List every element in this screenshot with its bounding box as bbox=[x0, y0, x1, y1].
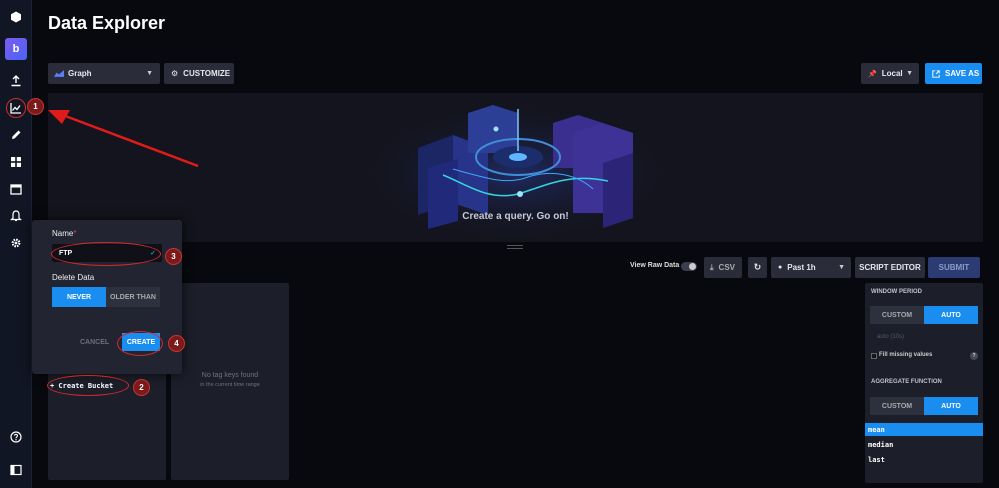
aggregate-toggle: CUSTOM AUTO bbox=[870, 397, 978, 415]
graph-icon bbox=[54, 70, 64, 77]
window-custom-button[interactable]: CUSTOM bbox=[870, 306, 924, 324]
delete-data-toggle: NEVER OLDER THAN bbox=[52, 287, 160, 307]
refresh-icon: ↻ bbox=[753, 262, 762, 272]
customize-label: CUSTOMIZE bbox=[183, 69, 231, 78]
time-range-label: Past 1h bbox=[787, 263, 816, 272]
export-icon bbox=[932, 69, 940, 78]
collapse-nav-icon[interactable] bbox=[0, 459, 32, 481]
gear-icon: ⚙ bbox=[171, 69, 179, 78]
clock-icon: ● bbox=[778, 264, 783, 271]
tag-card: No tag keys found in the current time ra… bbox=[171, 283, 289, 480]
tag-empty-title: No tag keys found bbox=[201, 372, 259, 379]
annotation-marker: 4 bbox=[168, 335, 185, 352]
annotation-ring bbox=[6, 98, 26, 118]
annotation-marker: 2 bbox=[133, 379, 150, 396]
view-raw-data-label: View Raw Data bbox=[630, 262, 680, 269]
csv-label: CSV bbox=[718, 263, 735, 272]
time-range-dropdown[interactable]: ● Past 1h ▼ bbox=[771, 257, 851, 278]
influx-logo-icon[interactable] bbox=[0, 6, 32, 28]
annotation-arrow bbox=[48, 110, 199, 168]
submit-label: SUBMIT bbox=[938, 263, 970, 272]
never-button[interactable]: NEVER bbox=[52, 287, 106, 307]
fill-missing-checkbox[interactable] bbox=[871, 353, 877, 359]
fill-missing-label: Fill missing values bbox=[879, 352, 933, 358]
script-editor-button[interactable]: SCRIPT EDITOR bbox=[855, 257, 925, 278]
window-period-toggle: CUSTOM AUTO bbox=[870, 306, 978, 324]
calendar-icon[interactable] bbox=[0, 178, 32, 200]
gear-icon[interactable] bbox=[0, 232, 32, 254]
pencil-icon[interactable] bbox=[0, 124, 32, 146]
bell-icon[interactable] bbox=[0, 205, 32, 227]
help-icon[interactable] bbox=[0, 426, 32, 448]
window-period-label: WINDOW PERIOD bbox=[871, 289, 922, 295]
download-icon: ⤓ bbox=[710, 262, 714, 272]
chevron-down-icon: ▼ bbox=[838, 264, 845, 271]
view-type-label: Graph bbox=[68, 69, 92, 78]
function-item-median[interactable]: median bbox=[865, 438, 983, 451]
delete-data-label: Delete Data bbox=[52, 273, 95, 282]
window-auto-hint: auto (10s) bbox=[877, 334, 905, 340]
required-mark: * bbox=[73, 229, 77, 238]
customize-button[interactable]: ⚙ CUSTOMIZE bbox=[164, 63, 234, 84]
submit-button[interactable]: SUBMIT bbox=[928, 257, 980, 278]
help-icon[interactable]: ? bbox=[970, 352, 978, 360]
annotation-marker: 3 bbox=[165, 248, 182, 265]
name-field-label: Name* bbox=[52, 229, 76, 238]
resize-handle[interactable] bbox=[507, 245, 523, 249]
empty-graph-message: Create a query. Go on! bbox=[462, 211, 569, 222]
aggregate-auto-button[interactable]: AUTO bbox=[924, 397, 978, 415]
function-item-last[interactable]: last bbox=[865, 453, 983, 466]
pin-icon: 📌 bbox=[868, 70, 877, 78]
left-nav: b bbox=[0, 0, 32, 488]
older-than-button[interactable]: OLDER THAN bbox=[106, 287, 160, 307]
script-editor-label: SCRIPT EDITOR bbox=[859, 263, 921, 272]
view-type-dropdown[interactable]: Graph ▼ bbox=[48, 63, 160, 84]
chevron-down-icon: ▼ bbox=[906, 70, 913, 77]
timezone-dropdown[interactable]: 📌 Local ▼ bbox=[861, 63, 919, 84]
page-title: Data Explorer bbox=[48, 13, 166, 33]
save-as-label: SAVE AS bbox=[945, 69, 980, 78]
function-item-mean[interactable]: mean bbox=[865, 423, 983, 436]
timezone-label: Local bbox=[881, 69, 903, 78]
aggregate-custom-button[interactable]: CUSTOM bbox=[870, 397, 924, 415]
dashboards-icon[interactable] bbox=[0, 151, 32, 173]
org-avatar[interactable]: b bbox=[5, 38, 27, 60]
aggregate-panel: WINDOW PERIOD CUSTOM AUTO auto (10s) Fil… bbox=[865, 283, 983, 483]
upload-icon[interactable] bbox=[0, 70, 32, 92]
annotation-marker: 1 bbox=[27, 98, 44, 115]
save-as-button[interactable]: SAVE AS bbox=[925, 63, 982, 84]
tag-empty-subtitle: in the current time range bbox=[200, 382, 260, 388]
chevron-down-icon: ▼ bbox=[146, 70, 153, 77]
aggregate-function-label: AGGREGATE FUNCTION bbox=[871, 379, 942, 385]
annotation-ring bbox=[51, 242, 161, 266]
annotation-ring bbox=[117, 331, 163, 356]
annotation-ring bbox=[47, 375, 129, 396]
name-label-text: Name bbox=[52, 229, 74, 238]
cancel-button[interactable]: CANCEL bbox=[80, 339, 109, 346]
refresh-button[interactable]: ↻ bbox=[748, 257, 767, 278]
view-raw-data-toggle[interactable] bbox=[681, 262, 697, 271]
csv-button[interactable]: ⤓ CSV bbox=[704, 257, 742, 278]
window-auto-button[interactable]: AUTO bbox=[924, 306, 978, 324]
